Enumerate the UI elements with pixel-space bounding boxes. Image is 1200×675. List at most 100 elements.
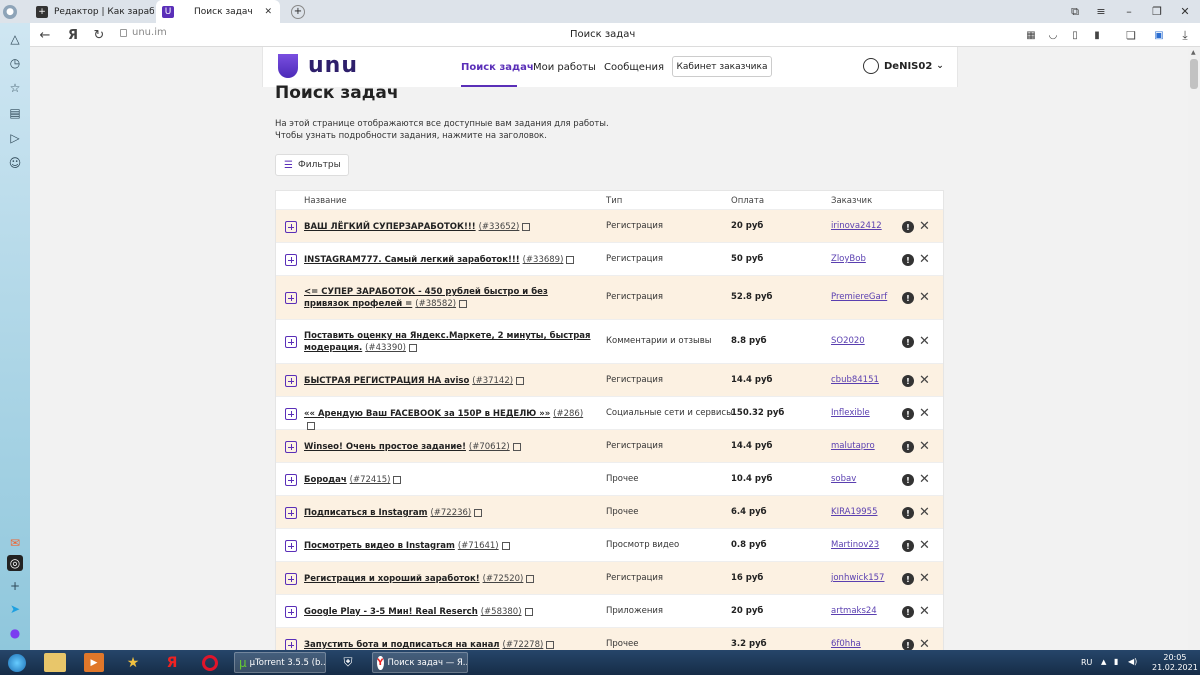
taskbar-utorrent[interactable]: µ µTorrent 3.5.5 (b... bbox=[234, 652, 326, 673]
task-title-link[interactable]: Регистрация и хороший заработок! bbox=[304, 574, 480, 584]
scroll-up-icon[interactable]: ▲ bbox=[1191, 49, 1196, 56]
task-name[interactable]: Google Play - 3-5 Мин! Real Reserch (#58… bbox=[304, 606, 594, 618]
menu-messages[interactable]: Сообщения bbox=[604, 62, 664, 73]
game-star-icon[interactable]: ★ bbox=[122, 653, 144, 672]
report-icon[interactable]: ! bbox=[902, 375, 914, 387]
report-icon[interactable]: ! bbox=[902, 606, 914, 618]
task-title-link[interactable]: Подписаться в Instagram bbox=[304, 508, 427, 518]
task-customer-link[interactable]: irinova2412 bbox=[831, 221, 882, 231]
task-name[interactable]: <= СУПЕР ЗАРАБОТОК - 450 рублей быстро и… bbox=[304, 286, 594, 310]
url-field[interactable]: unu.im bbox=[120, 27, 167, 38]
task-customer-link[interactable]: Martinov23 bbox=[831, 540, 879, 550]
hide-task-icon[interactable]: ✕ bbox=[919, 506, 930, 519]
task-name[interactable]: Поставить оценку на Яндекс.Маркете, 2 ми… bbox=[304, 330, 594, 354]
expand-plus-icon[interactable] bbox=[285, 254, 297, 266]
external-link-icon[interactable] bbox=[307, 421, 315, 430]
expand-plus-icon[interactable] bbox=[285, 375, 297, 387]
hide-task-icon[interactable]: ✕ bbox=[919, 473, 930, 486]
hide-task-icon[interactable]: ✕ bbox=[919, 572, 930, 585]
external-link-icon[interactable] bbox=[546, 640, 555, 649]
menu-search-tasks[interactable]: Поиск задач bbox=[461, 62, 534, 73]
task-title-link[interactable]: Бородач bbox=[304, 475, 347, 485]
external-link-icon[interactable] bbox=[393, 475, 402, 484]
report-icon[interactable]: ! bbox=[902, 408, 914, 420]
expand-plus-icon[interactable] bbox=[285, 336, 297, 348]
reload-button[interactable]: ↻ bbox=[88, 23, 110, 47]
report-icon[interactable]: ! bbox=[902, 254, 914, 266]
emoji-icon[interactable]: ☺ bbox=[7, 155, 23, 171]
send-icon[interactable]: ➤ bbox=[7, 601, 23, 617]
external-link-icon[interactable] bbox=[408, 343, 417, 352]
task-id[interactable]: (#43390) bbox=[365, 343, 406, 353]
task-name[interactable]: Регистрация и хороший заработок! (#72520… bbox=[304, 573, 594, 585]
task-name[interactable]: Запустить бота и подписаться на канал (#… bbox=[304, 639, 594, 650]
notifications-icon[interactable]: △ bbox=[7, 31, 23, 47]
expand-plus-icon[interactable] bbox=[285, 292, 297, 304]
external-link-icon[interactable] bbox=[459, 299, 468, 308]
external-link-icon[interactable] bbox=[516, 376, 525, 385]
report-icon[interactable]: ! bbox=[902, 540, 914, 552]
media-player-icon[interactable]: ▶ bbox=[84, 653, 104, 672]
task-title-link[interactable]: Поставить оценку на Яндекс.Маркете, 2 ми… bbox=[304, 331, 591, 353]
expand-plus-icon[interactable] bbox=[285, 540, 297, 552]
task-customer-link[interactable]: 6f0hha bbox=[831, 639, 861, 649]
task-customer-link[interactable]: sobav bbox=[831, 474, 856, 484]
external-link-icon[interactable] bbox=[566, 255, 575, 264]
hide-task-icon[interactable]: ✕ bbox=[919, 335, 930, 348]
expand-plus-icon[interactable] bbox=[285, 507, 297, 519]
task-name[interactable]: БЫСТРАЯ РЕГИСТРАЦИЯ НА aviso (#37142) bbox=[304, 375, 594, 387]
report-icon[interactable]: ! bbox=[902, 292, 914, 304]
task-id[interactable]: (#71641) bbox=[458, 541, 499, 551]
task-customer-link[interactable]: cbub84151 bbox=[831, 375, 879, 385]
tab-search-tasks[interactable]: U Поиск задач ✕ bbox=[156, 0, 280, 23]
expand-plus-icon[interactable] bbox=[285, 408, 297, 420]
task-name[interactable]: Подписаться в Instagram (#72236) bbox=[304, 507, 594, 519]
hide-task-icon[interactable]: ✕ bbox=[919, 440, 930, 453]
alice-icon[interactable]: ● bbox=[7, 625, 23, 641]
history-icon[interactable]: ◷ bbox=[7, 55, 23, 71]
task-customer-link[interactable]: ZloyBob bbox=[831, 254, 866, 264]
expand-plus-icon[interactable] bbox=[285, 221, 297, 233]
external-link-icon[interactable] bbox=[524, 607, 533, 616]
close-window-icon[interactable]: ✕ bbox=[1172, 0, 1198, 23]
report-icon[interactable]: ! bbox=[902, 221, 914, 233]
task-id[interactable]: (#70612) bbox=[469, 442, 510, 452]
task-id[interactable]: (#72520) bbox=[483, 574, 524, 584]
expand-plus-icon[interactable] bbox=[285, 441, 297, 453]
play-icon[interactable]: ▷ bbox=[7, 130, 23, 146]
bookmark-icon[interactable]: ▮ bbox=[1086, 23, 1108, 47]
task-title-link[interactable]: ВАШ ЛЁГКИЙ СУПЕРЗАРАБОТОК!!! bbox=[304, 222, 476, 232]
explorer-icon[interactable] bbox=[44, 653, 66, 672]
task-title-link[interactable]: Посмотреть видео в Instagram bbox=[304, 541, 455, 551]
task-customer-link[interactable]: SO2020 bbox=[831, 336, 865, 346]
filters-button[interactable]: ☰ Фильтры bbox=[275, 154, 349, 176]
add-panel-icon[interactable]: + bbox=[7, 578, 23, 594]
task-name[interactable]: Бородач (#72415) bbox=[304, 474, 594, 486]
download-icon[interactable]: ⤓ bbox=[1174, 23, 1196, 47]
hide-task-icon[interactable]: ✕ bbox=[919, 605, 930, 618]
task-title-link[interactable]: Google Play - 3-5 Мин! Real Reserch bbox=[304, 607, 478, 617]
network-icon[interactable]: ▮ bbox=[1114, 657, 1118, 666]
hide-task-icon[interactable]: ✕ bbox=[919, 291, 930, 304]
task-customer-link[interactable]: PremiereGarf bbox=[831, 292, 887, 302]
back-button[interactable]: ← bbox=[34, 23, 56, 47]
expand-plus-icon[interactable] bbox=[285, 474, 297, 486]
mail-icon[interactable]: ✉ bbox=[7, 535, 23, 551]
task-name[interactable]: INSTAGRAM777. Самый легкий заработок!!! … bbox=[304, 254, 594, 266]
hide-task-icon[interactable]: ✕ bbox=[919, 638, 930, 650]
app-icon[interactable]: ◎ bbox=[7, 555, 23, 571]
hide-task-icon[interactable]: ✕ bbox=[919, 407, 930, 420]
scroll-thumb[interactable] bbox=[1190, 59, 1198, 89]
tray-expand-icon[interactable]: ▲ bbox=[1101, 658, 1106, 666]
report-icon[interactable]: ! bbox=[902, 639, 914, 650]
task-title-link[interactable]: Запустить бота и подписаться на канал bbox=[304, 640, 500, 650]
expand-plus-icon[interactable] bbox=[285, 639, 297, 650]
hide-task-icon[interactable]: ✕ bbox=[919, 220, 930, 233]
task-title-link[interactable]: INSTAGRAM777. Самый легкий заработок!!! bbox=[304, 255, 520, 265]
scrollbar[interactable]: ▲ bbox=[1188, 47, 1200, 650]
start-button[interactable] bbox=[4, 653, 30, 672]
task-id[interactable]: (#72236) bbox=[430, 508, 471, 518]
task-id[interactable]: (#286) bbox=[553, 409, 583, 419]
menu-my-works[interactable]: Мои работы bbox=[533, 62, 596, 73]
favorites-star-icon[interactable]: ☆ bbox=[7, 80, 23, 96]
